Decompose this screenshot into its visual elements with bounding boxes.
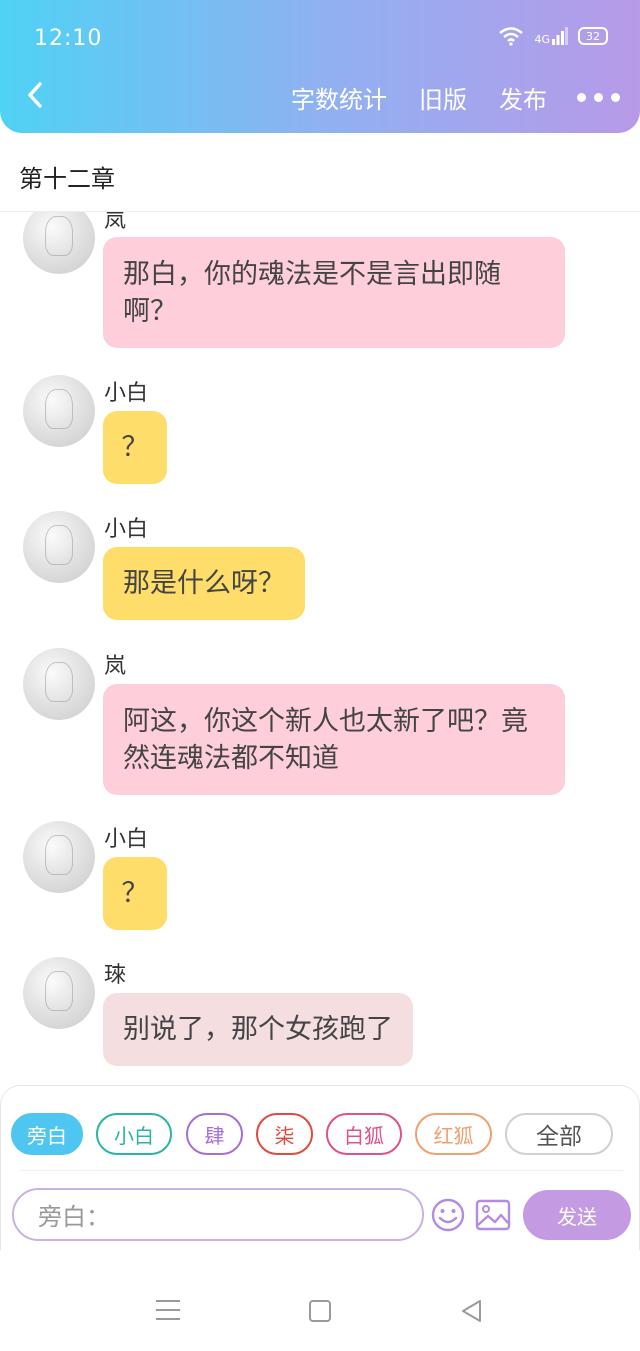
divider	[19, 1170, 623, 1171]
wifi-icon	[499, 27, 524, 46]
word-count-button[interactable]: 字数统计	[291, 80, 387, 115]
avatar[interactable]	[23, 511, 95, 583]
role-chip-narrator[interactable]: 旁白	[11, 1113, 83, 1155]
message-list[interactable]: 岚 那白，你的魂法是不是言出即随 啊？ 小白 ？ 小白 那是什么呀？ 岚 阿这，…	[0, 212, 640, 1085]
message-text-line: 那白，你的魂法是不是言出即随	[123, 258, 501, 290]
role-chip-qi[interactable]: 柒	[256, 1113, 313, 1155]
message-bubble[interactable]: 别说了，那个女孩跑了	[103, 993, 413, 1066]
chapter-bar: 第十二章	[0, 133, 640, 212]
message-bubble[interactable]: 那是什么呀？	[103, 547, 305, 620]
message-bubble[interactable]: ？	[103, 857, 167, 930]
role-chip-xiaobai[interactable]: 小白	[96, 1113, 172, 1155]
chevron-left-icon	[28, 82, 42, 108]
header-actions: 字数统计 旧版 发布	[259, 80, 620, 115]
role-chip-white-fox[interactable]: 白狐	[326, 1113, 402, 1155]
more-button[interactable]	[577, 83, 620, 113]
header: 12:10 4G 32 字数统计 旧版 发布	[0, 0, 640, 133]
role-chip-si[interactable]: 肆	[186, 1113, 243, 1155]
avatar[interactable]	[23, 957, 95, 1029]
sender-name: 琜	[104, 963, 127, 988]
role-chip-all[interactable]: 全部	[505, 1113, 613, 1155]
message-bubble[interactable]: 阿这，你这个新人也太新了吧？竟 然连魂法都不知道	[103, 684, 565, 795]
message-bubble[interactable]: 那白，你的魂法是不是言出即随 啊？	[103, 237, 565, 348]
network-type: 4G	[534, 33, 550, 46]
menu-icon[interactable]	[156, 1300, 180, 1320]
more-dot	[594, 93, 603, 102]
message-bubble[interactable]: ？	[103, 411, 167, 484]
message-text-line: 阿这，你这个新人也太新了吧？竟	[123, 705, 528, 737]
emoji-icon[interactable]	[430, 1197, 466, 1233]
message-text: ？	[121, 432, 149, 463]
more-dot	[577, 93, 586, 102]
publish-button[interactable]: 发布	[499, 80, 547, 115]
status-time: 12:10	[34, 26, 103, 51]
sender-name: 小白	[104, 381, 149, 406]
send-button[interactable]: 发送	[523, 1190, 631, 1240]
old-version-button[interactable]: 旧版	[419, 80, 467, 115]
avatar[interactable]	[23, 212, 95, 274]
sender-name: 岚	[104, 212, 127, 233]
avatar[interactable]	[23, 821, 95, 893]
message-text: 别说了，那个女孩跑了	[123, 1014, 393, 1045]
avatar[interactable]	[23, 375, 95, 447]
image-icon[interactable]	[475, 1198, 511, 1232]
sender-name: 小白	[104, 827, 149, 852]
chapter-title[interactable]: 第十二章	[19, 159, 115, 194]
message-input[interactable]: 旁白：	[12, 1188, 424, 1241]
back-button[interactable]	[18, 78, 52, 112]
composer: 旁白 小白 肆 柒 白狐 红狐 全部 旁白： 发送	[0, 1085, 640, 1250]
sender-name: 小白	[104, 517, 149, 542]
message-text: 那是什么呀？	[123, 568, 285, 599]
system-navbar	[0, 1250, 640, 1351]
more-dot	[611, 93, 620, 102]
signal-icon: 4G	[534, 27, 568, 45]
sender-name: 岚	[104, 654, 127, 679]
status-icons: 4G 32	[498, 26, 608, 46]
message-text: ？	[121, 878, 149, 909]
input-placeholder: 旁白：	[38, 1203, 110, 1231]
message-text-line: 啊？	[123, 295, 177, 327]
battery-icon: 32	[578, 27, 608, 45]
role-chip-red-fox[interactable]: 红狐	[415, 1113, 492, 1155]
battery-level: 32	[586, 29, 600, 43]
avatar[interactable]	[23, 648, 95, 720]
message-text-line: 然连魂法都不知道	[123, 742, 339, 774]
app-screen: 12:10 4G 32 字数统计 旧版 发布 第十二章 岚 那白，你的魂法是不是…	[0, 0, 640, 1351]
home-icon[interactable]	[309, 1300, 331, 1322]
back-triangle-icon[interactable]	[460, 1299, 484, 1323]
